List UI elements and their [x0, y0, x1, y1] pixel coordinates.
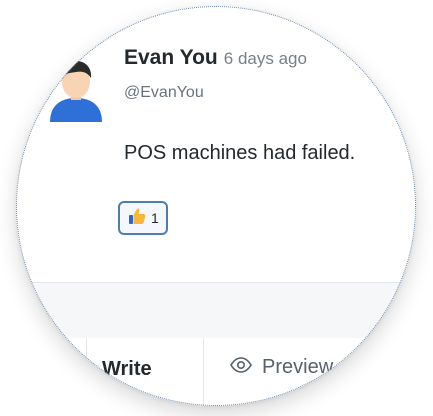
comment-timestamp[interactable]: 6 days ago [224, 49, 307, 68]
eye-icon [230, 356, 252, 379]
tab-preview-label[interactable]: Preview [262, 356, 333, 379]
section-divider [16, 282, 416, 340]
comment-body: POS machines had failed. [124, 142, 356, 164]
magnifier-lens: Evan You 6 days ago @EvanYou POS machines… [16, 6, 416, 406]
thumbs-up-icon [127, 206, 147, 231]
reaction-count: 1 [151, 210, 159, 226]
comment-header: Evan You 6 days ago [124, 46, 307, 70]
author-handle[interactable]: @EvanYou [124, 84, 204, 102]
author-avatar[interactable] [40, 50, 112, 122]
thumbs-up-reaction-button[interactable]: 1 [118, 201, 168, 235]
tab-write-label[interactable]: Write [102, 358, 152, 381]
tab-preview[interactable]: Preview [230, 356, 333, 379]
editor-area [16, 338, 416, 406]
author-name[interactable]: Evan You [124, 46, 218, 69]
